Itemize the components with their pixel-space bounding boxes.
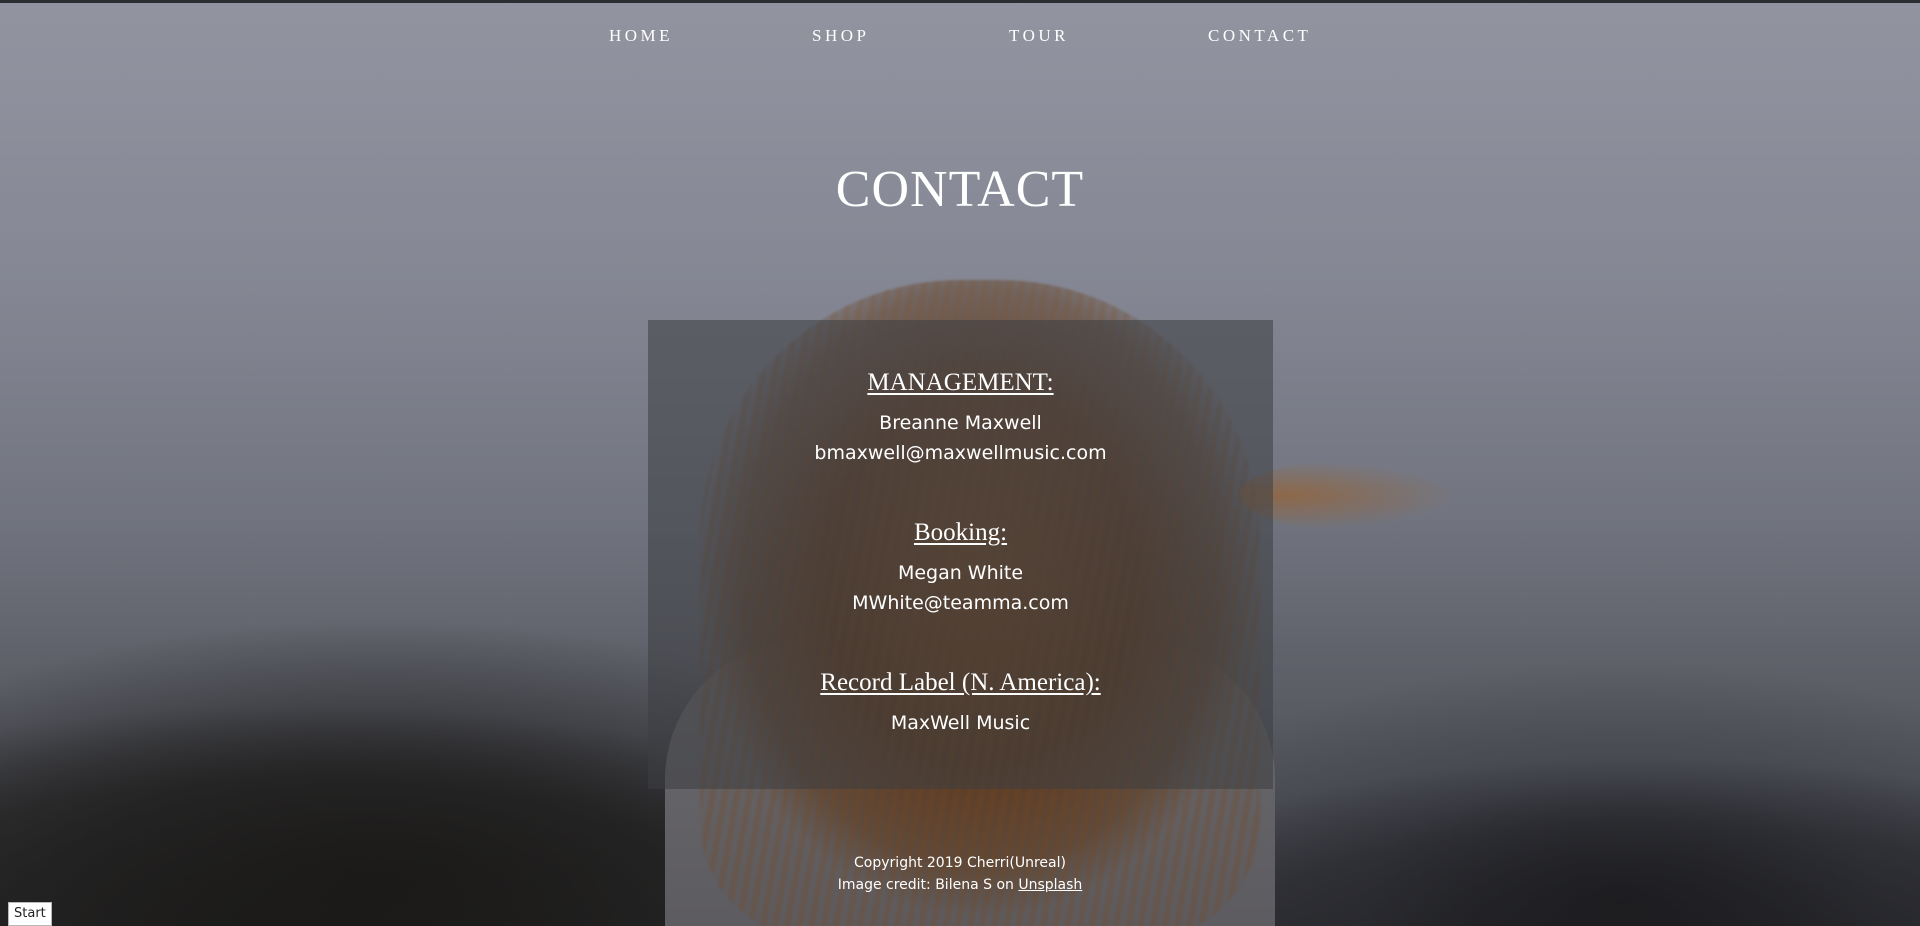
image-credit: Image credit: Bilena S on Unsplash <box>0 874 1920 896</box>
main-nav: HOME SHOP TOUR CONTACT <box>0 26 1920 50</box>
record-label-name: MaxWell Music <box>890 712 1031 734</box>
management-section: MANAGEMENT: Breanne Maxwell bmaxwell@max… <box>648 368 1273 468</box>
nav-item-tour[interactable]: TOUR <box>1009 26 1069 46</box>
page-title: CONTACT <box>835 161 1085 218</box>
booking-heading: Booking: <box>913 519 1008 546</box>
copyright-text: Copyright 2019 Cherri(Unreal) <box>854 855 1066 871</box>
start-button[interactable]: Start <box>8 902 52 926</box>
top-border <box>0 0 1920 3</box>
management-heading: MANAGEMENT: <box>867 369 1054 396</box>
nav-item-contact[interactable]: CONTACT <box>1208 26 1311 46</box>
management-name: Breanne Maxwell <box>879 412 1042 434</box>
contact-panel: MANAGEMENT: Breanne Maxwell bmaxwell@max… <box>648 320 1273 789</box>
management-email: bmaxwell@maxwellmusic.com <box>814 442 1107 464</box>
unsplash-link[interactable]: Unsplash <box>1018 877 1082 893</box>
booking-section: Booking: Megan White MWhite@teamma.com <box>648 518 1273 618</box>
image-credit-text: Image credit: Bilena S on <box>837 877 1019 893</box>
record-label-heading: Record Label (N. America): <box>820 669 1101 696</box>
footer: Copyright 2019 Cherri(Unreal) Image cred… <box>0 852 1920 896</box>
booking-name: Megan White <box>897 562 1024 584</box>
nav-item-home[interactable]: HOME <box>609 26 673 46</box>
nav-item-shop[interactable]: SHOP <box>812 26 869 46</box>
booking-email: MWhite@teamma.com <box>852 592 1069 614</box>
record-label-section: Record Label (N. America): MaxWell Music <box>648 668 1273 738</box>
